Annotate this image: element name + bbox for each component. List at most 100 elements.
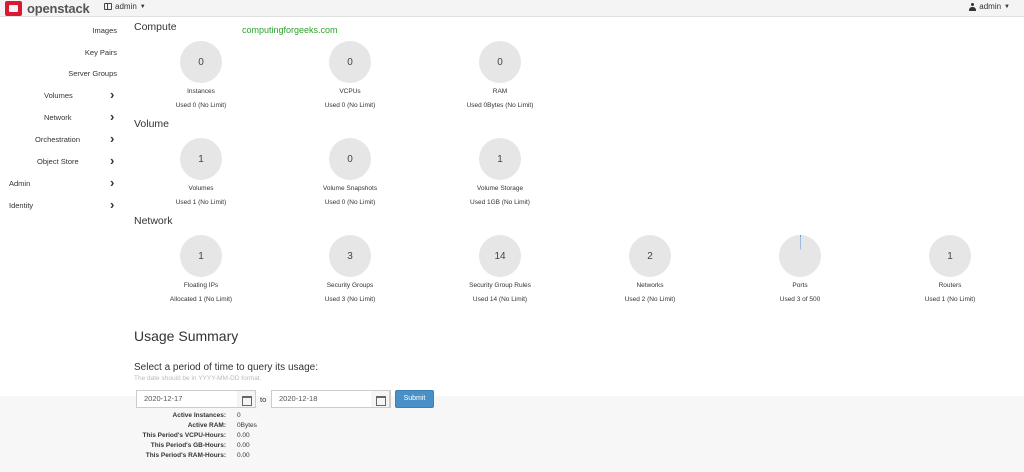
pie-used-text: Allocated 1 (No Limit) bbox=[169, 296, 233, 303]
pie-label: Networks bbox=[636, 282, 664, 289]
summary-row: This Period's GB-Hours: 0.00 bbox=[0, 442, 260, 451]
pie-used-text: Used 0 (No Limit) bbox=[324, 199, 376, 206]
caret-down-icon: ▼ bbox=[139, 3, 146, 10]
summary-value: 0.00 bbox=[237, 452, 250, 459]
to-label: to bbox=[260, 395, 267, 404]
compute-pie-1: 0 bbox=[329, 41, 371, 83]
pie-used-text: Used 0Bytes (No Limit) bbox=[466, 102, 534, 109]
pie-label: Volumes bbox=[188, 185, 214, 192]
brand[interactable]: openstack bbox=[5, 0, 90, 17]
compute-pie-0: 0 bbox=[180, 41, 222, 83]
usage-summary-title: Usage Summary bbox=[134, 328, 239, 344]
pie-label: Ports bbox=[792, 282, 808, 289]
pie-label: VCPUs bbox=[339, 88, 361, 95]
chevron-right-icon[interactable]: › bbox=[110, 197, 114, 212]
period-title: Select a period of time to query its usa… bbox=[134, 362, 318, 373]
network-pie-1: 3 bbox=[329, 235, 371, 277]
submit-button[interactable]: Submit bbox=[395, 390, 434, 408]
network-pie-4 bbox=[779, 235, 821, 277]
pie-used-text: Used 0 (No Limit) bbox=[324, 102, 376, 109]
chevron-right-icon[interactable]: › bbox=[110, 131, 114, 146]
caret-down-icon: ▼ bbox=[1004, 3, 1010, 10]
summary-key: This Period's GB-Hours: bbox=[150, 442, 226, 449]
network-pie-2: 14 bbox=[479, 235, 521, 277]
summary-value: 0 bbox=[237, 412, 241, 419]
pie-value: 3 bbox=[347, 250, 353, 262]
chevron-right-icon[interactable]: › bbox=[110, 87, 114, 102]
pie-used-text: Used 1GB (No Limit) bbox=[470, 199, 530, 206]
sidebar-item-2[interactable]: Server Groups bbox=[68, 69, 117, 78]
network-pie-3: 2 bbox=[629, 235, 671, 277]
pie-used-text: Used 2 (No Limit) bbox=[624, 296, 676, 303]
sidebar-item-4[interactable]: Network bbox=[44, 113, 72, 122]
pie-value: 1 bbox=[497, 153, 503, 165]
volume-section-title: Volume bbox=[134, 118, 170, 130]
top-navbar: openstack admin ▼ admin ▼ bbox=[0, 0, 1024, 17]
user-icon bbox=[969, 2, 977, 11]
user-dropdown[interactable]: admin ▼ bbox=[969, 2, 1010, 11]
volume-pie-1: 0 bbox=[329, 138, 371, 180]
brand-name: openstack bbox=[27, 1, 90, 16]
sidebar-item-7[interactable]: Admin bbox=[9, 179, 30, 188]
pie-label: Floating IPs bbox=[183, 282, 219, 289]
network-pie-0: 1 bbox=[180, 235, 222, 277]
pie-label: RAM bbox=[492, 88, 508, 95]
project-dropdown[interactable]: admin ▼ bbox=[104, 2, 146, 11]
pie-value: 2 bbox=[647, 250, 653, 262]
pie-value: 1 bbox=[947, 250, 953, 262]
sidebar-item-1[interactable]: Key Pairs bbox=[85, 48, 117, 57]
user-name: admin bbox=[979, 2, 1002, 11]
sidebar-item-5[interactable]: Orchestration bbox=[35, 135, 80, 144]
pie-value: 1 bbox=[198, 250, 204, 262]
compute-section-title: Compute bbox=[134, 21, 177, 33]
summary-value: 0.00 bbox=[237, 442, 250, 449]
summary-row: This Period's RAM-Hours: 0.00 bbox=[0, 452, 260, 461]
summary-row: This Period's VCPU-Hours: 0.00 bbox=[0, 432, 260, 441]
network-section-title: Network bbox=[134, 215, 173, 227]
pie-used-text: Used 1 (No Limit) bbox=[924, 296, 976, 303]
sidebar-item-6[interactable]: Object Store bbox=[37, 157, 79, 166]
pie-value: 0 bbox=[198, 56, 204, 68]
end-calendar-icon[interactable] bbox=[371, 390, 390, 408]
summary-key: Active Instances: bbox=[172, 412, 226, 419]
pie-used-text: Used 1 (No Limit) bbox=[175, 199, 227, 206]
pie-value: 1 bbox=[198, 153, 204, 165]
start-calendar-icon[interactable] bbox=[237, 390, 256, 408]
pie-label: Security Groups bbox=[326, 282, 374, 289]
pie-used-text: Used 3 (No Limit) bbox=[324, 296, 376, 303]
volume-pie-2: 1 bbox=[479, 138, 521, 180]
period-hint: The date should be in YYYY-MM-DD format. bbox=[134, 375, 262, 382]
summary-key: This Period's RAM-Hours: bbox=[145, 452, 226, 459]
summary-key: This Period's VCPU-Hours: bbox=[142, 432, 226, 439]
pie-label: Security Group Rules bbox=[469, 282, 531, 289]
openstack-logo-icon bbox=[5, 1, 22, 16]
pie-used-text: Used 0 (No Limit) bbox=[175, 102, 227, 109]
project-name: admin bbox=[115, 2, 137, 11]
pie-value: 14 bbox=[494, 250, 506, 262]
summary-value: 0Bytes bbox=[237, 422, 257, 429]
project-icon bbox=[104, 3, 112, 10]
volume-pie-0: 1 bbox=[180, 138, 222, 180]
pie-label: Instances bbox=[187, 88, 215, 95]
network-pie-5: 1 bbox=[929, 235, 971, 277]
pie-label: Volume Snapshots bbox=[322, 185, 378, 192]
summary-row: Active RAM: 0Bytes bbox=[0, 422, 260, 431]
chevron-right-icon[interactable]: › bbox=[110, 153, 114, 168]
pie-used-text: Used 3 of 500 bbox=[779, 296, 821, 303]
chevron-right-icon[interactable]: › bbox=[110, 109, 114, 124]
sidebar-item-3[interactable]: Volumes bbox=[44, 91, 73, 100]
pie-used-text: Used 14 (No Limit) bbox=[472, 296, 528, 303]
pie-label: Routers bbox=[938, 282, 962, 289]
pie-value: 0 bbox=[347, 56, 353, 68]
sidebar-item-8[interactable]: Identity bbox=[9, 201, 33, 210]
pie-value: 0 bbox=[497, 56, 503, 68]
watermark-text: computingforgeeks.com bbox=[242, 25, 338, 35]
sidebar-item-0[interactable]: Images bbox=[92, 26, 117, 35]
pie-label: Volume Storage bbox=[476, 185, 524, 192]
pie-value: 0 bbox=[347, 153, 353, 165]
chevron-right-icon[interactable]: › bbox=[110, 175, 114, 190]
summary-value: 0.00 bbox=[237, 432, 250, 439]
summary-row: Active Instances: 0 bbox=[0, 412, 260, 421]
summary-key: Active RAM: bbox=[187, 422, 226, 429]
compute-pie-2: 0 bbox=[479, 41, 521, 83]
